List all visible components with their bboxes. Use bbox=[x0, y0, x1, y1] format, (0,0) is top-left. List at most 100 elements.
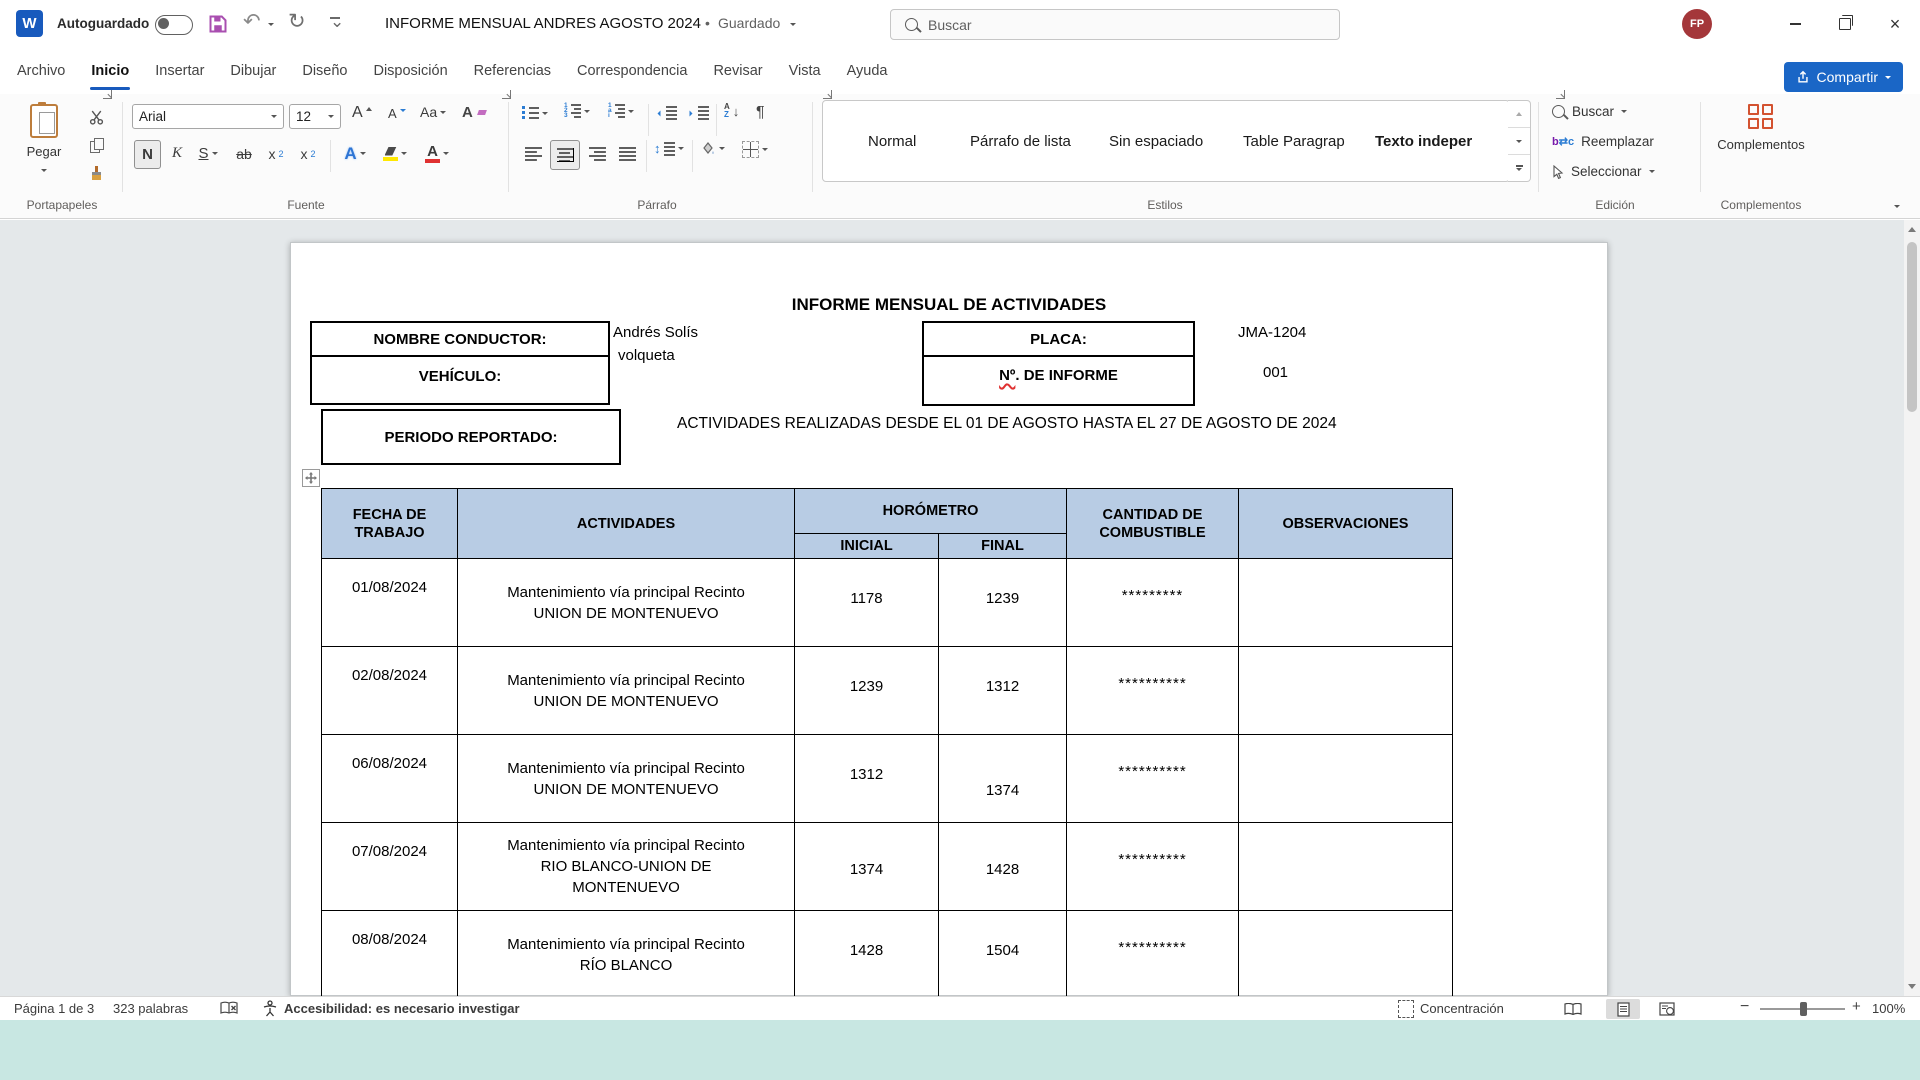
paste-button[interactable]: Pegar bbox=[16, 102, 72, 177]
clipboard-dialog-launcher-icon[interactable] bbox=[103, 90, 112, 99]
align-left-icon[interactable] bbox=[520, 141, 546, 167]
styles-scroll-down-icon[interactable] bbox=[1508, 128, 1530, 155]
zoom-out-icon[interactable]: − bbox=[1740, 998, 1749, 1016]
tab-vista[interactable]: Vista bbox=[776, 48, 834, 94]
undo-dropdown-icon[interactable] bbox=[268, 23, 274, 26]
styles-dialog-launcher-icon[interactable] bbox=[1556, 90, 1565, 99]
subscript-button[interactable]: x2 bbox=[262, 140, 290, 167]
decrease-indent-icon[interactable] bbox=[656, 106, 677, 120]
shading-icon[interactable] bbox=[700, 141, 725, 156]
tab-referencias[interactable]: Referencias bbox=[461, 48, 564, 94]
styles-scroll-up-icon[interactable] bbox=[1508, 101, 1530, 128]
cut-button[interactable] bbox=[84, 110, 108, 125]
pilcrow-icon[interactable]: ¶ bbox=[756, 104, 765, 122]
title-dropdown-icon[interactable] bbox=[790, 23, 796, 26]
group-portapapeles: Portapapeles bbox=[14, 198, 110, 212]
increase-indent-icon[interactable] bbox=[688, 106, 709, 120]
style-table-paragraph[interactable]: Table Paragrap bbox=[1243, 101, 1345, 181]
scroll-down-icon[interactable] bbox=[1908, 984, 1916, 989]
activities-table[interactable]: FECHA DE TRABAJO ACTIVIDADES HORÓMETRO C… bbox=[321, 488, 1453, 996]
superscript-button[interactable]: x2 bbox=[294, 140, 322, 167]
format-painter-button[interactable] bbox=[84, 166, 108, 180]
word-app-icon[interactable]: W bbox=[16, 10, 43, 37]
document-title[interactable]: INFORME MENSUAL ANDRES AGOSTO 2024 bbox=[385, 15, 701, 32]
text-effects-icon[interactable]: A bbox=[340, 140, 370, 167]
align-right-icon[interactable] bbox=[584, 141, 610, 167]
tab-ayuda[interactable]: Ayuda bbox=[834, 48, 901, 94]
tab-correspondencia[interactable]: Correspondencia bbox=[564, 48, 700, 94]
save-icon[interactable] bbox=[208, 14, 228, 34]
accessibility-icon[interactable] bbox=[262, 1000, 278, 1017]
share-button[interactable]: Compartir bbox=[1784, 62, 1903, 92]
highlight-color-icon[interactable] bbox=[378, 140, 412, 167]
styles-gallery-expand-icon[interactable] bbox=[1508, 155, 1530, 181]
borders-icon[interactable] bbox=[742, 141, 768, 158]
zoom-in-icon[interactable]: + bbox=[1852, 998, 1861, 1015]
bullets-icon[interactable] bbox=[522, 106, 548, 120]
font-color-icon[interactable]: A bbox=[420, 140, 454, 167]
tab-diseno[interactable]: Diseño bbox=[289, 48, 360, 94]
tab-archivo[interactable]: Archivo bbox=[4, 48, 78, 94]
align-center-icon[interactable] bbox=[550, 140, 580, 170]
close-button[interactable]: × bbox=[1870, 0, 1920, 48]
style-normal[interactable]: Normal bbox=[868, 101, 916, 181]
accessibility-status[interactable]: Accesibilidad: es necesario investigar bbox=[284, 1001, 520, 1016]
table-move-handle-icon[interactable] bbox=[302, 469, 320, 487]
sort-icon[interactable]: AZ↓ bbox=[724, 103, 739, 119]
zoom-slider[interactable] bbox=[1760, 1008, 1845, 1010]
style-parrafo-de-lista[interactable]: Párrafo de lista bbox=[970, 101, 1071, 181]
restore-button[interactable] bbox=[1820, 0, 1870, 48]
tab-insertar[interactable]: Insertar bbox=[142, 48, 217, 94]
font-size-select[interactable]: 12 bbox=[289, 104, 341, 129]
vertical-scrollbar[interactable] bbox=[1904, 220, 1920, 996]
multilevel-list-icon[interactable]: 1ai bbox=[608, 104, 634, 118]
shrink-font-icon[interactable]: A bbox=[388, 106, 406, 121]
font-name-select[interactable]: Arial bbox=[132, 104, 284, 129]
page-indicator[interactable]: Página 1 de 3 bbox=[14, 1001, 94, 1016]
addins-button[interactable]: Complementos bbox=[1706, 104, 1816, 152]
proofing-errors-icon[interactable] bbox=[220, 1001, 238, 1016]
collapse-ribbon-icon[interactable] bbox=[1894, 205, 1900, 208]
clear-formatting-icon[interactable]: A bbox=[462, 104, 486, 121]
zoom-slider-knob[interactable] bbox=[1800, 1002, 1807, 1016]
italic-button[interactable]: K bbox=[166, 140, 188, 167]
tab-revisar[interactable]: Revisar bbox=[700, 48, 775, 94]
style-texto-independiente[interactable]: Texto indeper bbox=[1375, 101, 1472, 181]
minimize-button[interactable] bbox=[1770, 0, 1820, 48]
justify-icon[interactable] bbox=[614, 141, 640, 167]
account-avatar[interactable]: FP bbox=[1682, 9, 1712, 39]
numbering-icon[interactable]: 123 bbox=[564, 104, 590, 118]
grow-font-icon[interactable]: A bbox=[352, 104, 372, 122]
web-layout-icon[interactable] bbox=[1650, 999, 1684, 1019]
style-sin-espaciado[interactable]: Sin espaciado bbox=[1109, 101, 1203, 181]
undo-icon[interactable]: ↶ bbox=[243, 9, 261, 34]
bold-button[interactable]: N bbox=[134, 140, 161, 169]
focus-mode-button[interactable]: Concentración bbox=[1420, 1001, 1504, 1016]
scroll-up-icon[interactable] bbox=[1908, 227, 1916, 232]
read-mode-icon[interactable] bbox=[1556, 999, 1590, 1019]
underline-button[interactable]: S bbox=[192, 140, 224, 167]
replace-button[interactable]: b⇄c Reemplazar bbox=[1552, 134, 1654, 149]
titlebar-search[interactable]: Buscar bbox=[890, 9, 1340, 40]
redo-icon[interactable]: ↻ bbox=[288, 9, 306, 34]
line-spacing-icon[interactable]: ↕ bbox=[654, 141, 684, 156]
tab-inicio[interactable]: Inicio bbox=[78, 48, 142, 94]
font-dialog-launcher-icon[interactable] bbox=[502, 90, 511, 99]
word-count[interactable]: 323 palabras bbox=[113, 1001, 188, 1016]
scrollbar-thumb[interactable] bbox=[1907, 242, 1917, 412]
paragraph-dialog-launcher-icon[interactable] bbox=[823, 90, 832, 99]
zoom-level[interactable]: 100% bbox=[1872, 1001, 1905, 1016]
row1-date: 01/08/2024 bbox=[322, 559, 458, 647]
copy-button[interactable] bbox=[84, 138, 108, 152]
change-case-icon[interactable]: Aa bbox=[420, 104, 446, 120]
strikethrough-button[interactable]: ab bbox=[230, 140, 258, 167]
document-page[interactable]: INFORME MENSUAL DE ACTIVIDADES NOMBRE CO… bbox=[290, 242, 1608, 996]
tab-dibujar[interactable]: Dibujar bbox=[217, 48, 289, 94]
save-status[interactable]: Guardado bbox=[718, 15, 780, 31]
tab-disposicion[interactable]: Disposición bbox=[360, 48, 460, 94]
autosave-toggle[interactable] bbox=[155, 15, 193, 35]
select-button[interactable]: Seleccionar bbox=[1552, 164, 1655, 179]
find-button[interactable]: Buscar bbox=[1552, 104, 1627, 119]
print-layout-icon[interactable] bbox=[1606, 999, 1640, 1019]
customize-toolbar-icon[interactable]: ⌄ bbox=[330, 12, 344, 32]
